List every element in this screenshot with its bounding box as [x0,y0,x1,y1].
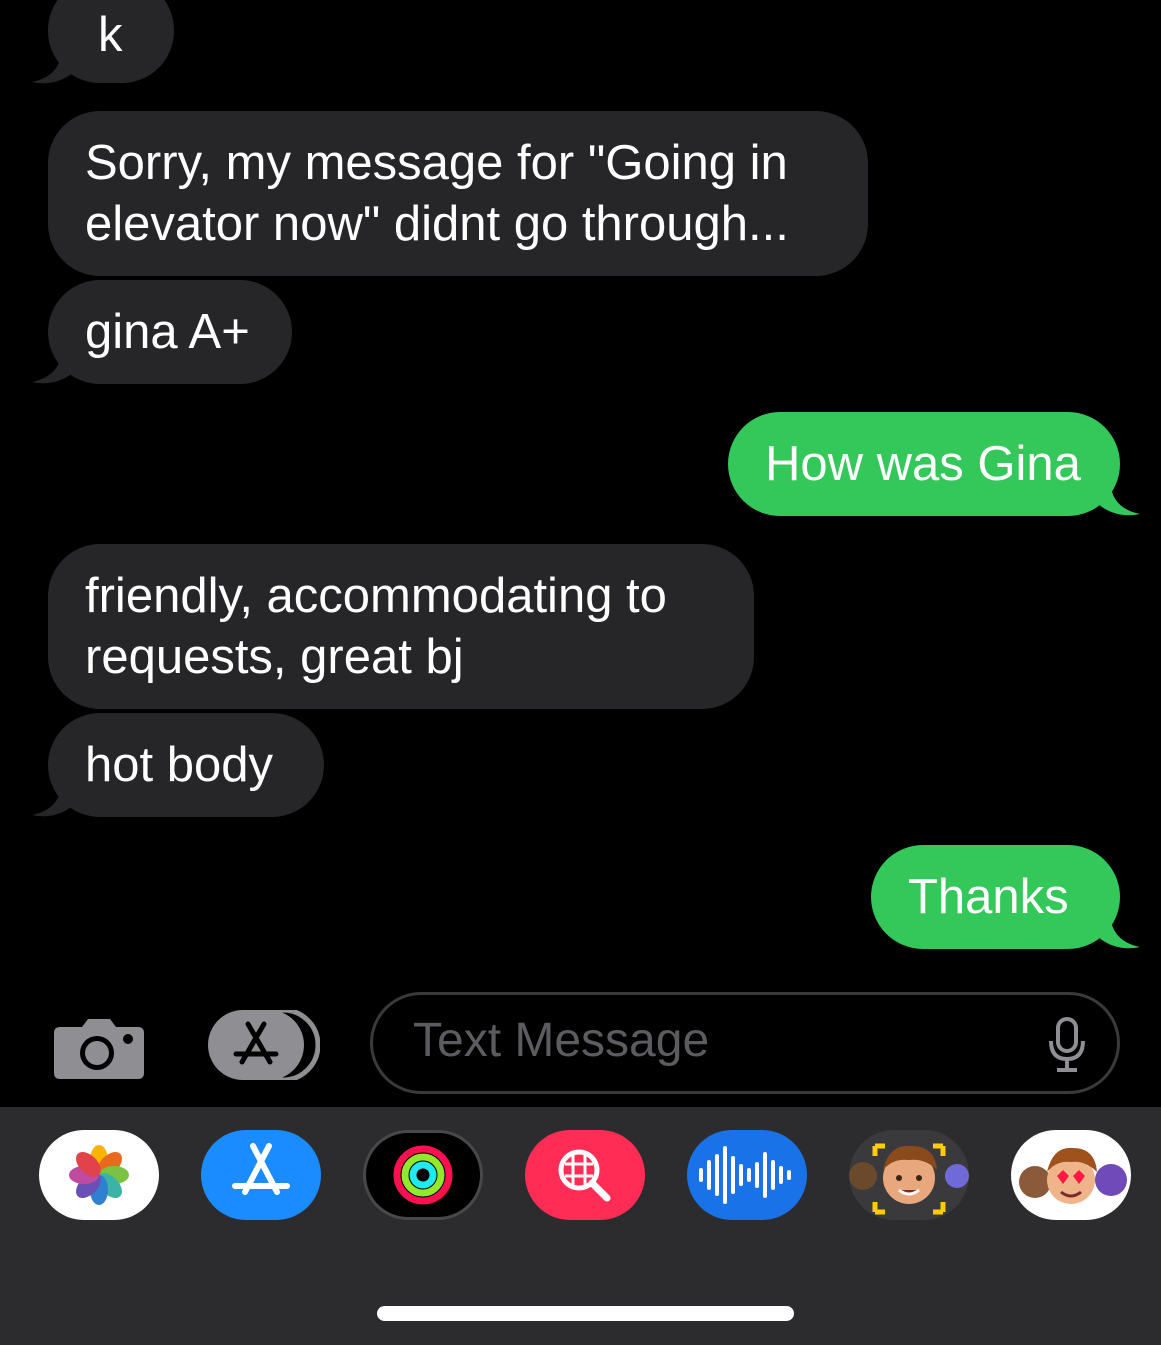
incoming-message-bubble[interactable]: gina A+ [48,280,292,384]
activity-app-button[interactable] [363,1130,483,1220]
text-message-placeholder: Text Message [413,1014,710,1067]
activity-icon [393,1145,453,1205]
photos-icon [69,1145,129,1205]
home-indicator[interactable] [377,1306,794,1321]
incoming-message-bubble[interactable]: Sorry, my message for "Going in elevator… [48,111,868,276]
message-input-row: Text Message [0,985,1161,1107]
incoming-message-bubble[interactable]: friendly, accommodating to requests, gre… [48,544,754,709]
message-text: k [98,8,123,62]
memoji-app-button[interactable] [849,1130,969,1220]
message-text: friendly, accommodating to requests, gre… [85,568,667,684]
memoji-stickers-app-button[interactable] [1011,1130,1131,1220]
text-message-field[interactable]: Text Message [370,992,1120,1094]
app-drawer [0,1107,1161,1345]
bubble-tail [1096,478,1140,516]
message-text: Thanks [908,869,1069,924]
images-search-app-button[interactable] [525,1130,645,1220]
camera-button[interactable] [54,1015,144,1079]
app-store-app-button[interactable] [201,1130,321,1220]
app-store-icon [208,1007,321,1083]
outgoing-message-bubble[interactable]: How was Gina [728,412,1120,516]
message-text: How was Gina [765,436,1081,491]
audio-message-app-button[interactable] [687,1130,807,1220]
microphone-icon[interactable] [1047,1017,1087,1073]
message-text: hot body [85,737,273,792]
app-store-apps-button[interactable] [208,1007,321,1083]
app-store-icon [232,1143,290,1195]
message-text: gina A+ [85,304,250,359]
outgoing-message-bubble[interactable]: Thanks [871,845,1120,949]
audio-message-icon [699,1146,791,1204]
images-search-icon [558,1149,611,1202]
photos-app-button[interactable] [39,1130,159,1220]
message-text: Sorry, my message for "Going in elevator… [85,135,789,251]
bubble-tail [32,46,76,84]
memoji-stickers-icon [1019,1147,1127,1204]
bubble-tail [32,779,76,817]
bubble-tail [1096,911,1140,949]
bubble-tail [32,346,76,384]
incoming-message-bubble[interactable]: hot body [48,713,324,817]
message-thread: k Sorry, my message for "Going in elevat… [0,0,1161,1000]
camera-icon [54,1019,144,1079]
memoji-icon [849,1143,969,1215]
